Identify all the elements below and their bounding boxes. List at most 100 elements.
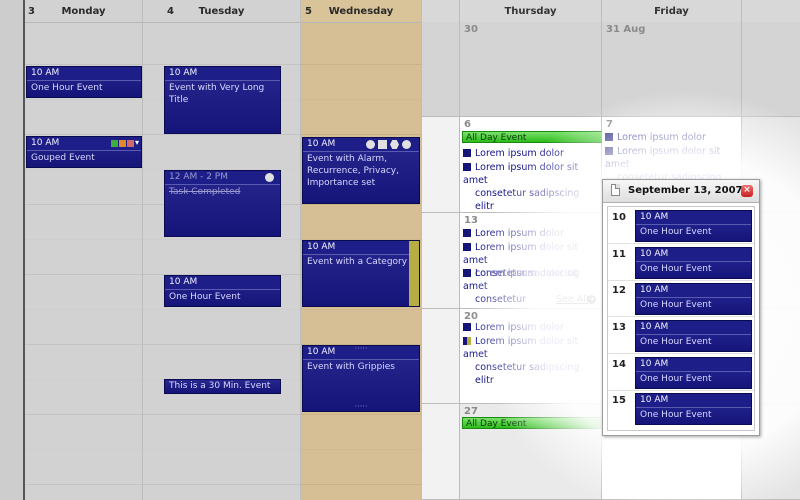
hour-label: 11 (612, 249, 626, 260)
event-title: One Hour Event (640, 227, 712, 237)
day-column-tuesday[interactable]: 4 Tuesday 10 AM Event with Very Long Tit… (143, 0, 301, 500)
event-bullet-icon (463, 149, 471, 157)
month-cell-27[interactable]: 27 All Day Event (460, 404, 603, 500)
popup-title: September 13, 2007 (628, 185, 743, 196)
event-title: One Hour Event (31, 83, 103, 93)
popup-hour-row: 11 10 AM One Hour Event (608, 244, 754, 281)
month-cell-13[interactable]: 13 Lorem ipsum dolor Lorem ipsum dolor s… (460, 213, 602, 309)
event-long-title[interactable]: 10 AM Event with Very Long Title (164, 66, 281, 134)
popup-hour-row: 14 10 AM One Hour Event (608, 354, 754, 391)
group-color-green (111, 140, 118, 147)
item-text-cont: consetetur sadipscing elitr (475, 362, 580, 386)
month-header-friday[interactable]: Friday (602, 0, 742, 22)
day-name: Monday (61, 6, 106, 17)
popup-body: 10 10 AM One Hour Event 11 10 AM One Hou… (607, 206, 755, 431)
event-grouped[interactable]: 10 AM Gouped Event ▾ (26, 136, 142, 168)
close-icon[interactable]: × (741, 185, 753, 197)
item-text: Lorem ipsum dolor sit amet (463, 242, 579, 266)
recurrence-icon (378, 140, 387, 149)
month-cell-6[interactable]: 6 All Day Event Lorem ipsum dolor Lorem … (460, 117, 603, 213)
day-header-tuesday[interactable]: 4 Tuesday (143, 0, 300, 23)
event-title: One Hour Event (640, 264, 712, 274)
popup-event[interactable]: 10 AM One Hour Event (635, 283, 752, 315)
popup-event[interactable]: 10 AM One Hour Event (635, 357, 752, 389)
alarm-icon (366, 140, 375, 149)
event-time: 10 AM (636, 248, 751, 262)
event-bullet-icon (463, 229, 471, 237)
cell-date: 13 (464, 215, 478, 226)
event-title: One Hour Event (640, 337, 712, 347)
event-title: Gouped Event (31, 153, 95, 163)
item-text-cont: consetetur sadipscing elitr (475, 188, 580, 212)
day-column-monday[interactable]: 3 Monday 10 AM One Hour Event 10 AM Goup… (25, 0, 143, 500)
chevron-down-icon[interactable]: ▾ (135, 137, 139, 149)
event-task-completed[interactable]: 12 AM - 2 PM Task Completed (164, 170, 281, 237)
all-day-label: All Day Event (466, 133, 527, 143)
event-title: Event with a Category (307, 257, 408, 267)
popup-event[interactable]: 10 AM One Hour Event (635, 247, 752, 279)
all-day-event[interactable]: All Day Event (462, 131, 603, 143)
item-text: Lorem ipsum dolor (475, 322, 564, 333)
event-30-min[interactable]: This is a 30 Min. Event (164, 379, 281, 394)
event-title: One Hour Event (169, 292, 241, 302)
popup-hour-row: 15 10 AM One Hour Event (608, 390, 754, 426)
event-with-grippies[interactable]: ····· 10 AM Event with Grippies ····· (302, 345, 420, 412)
event-with-category[interactable]: 10 AM Event with a Category (302, 240, 420, 307)
hour-label: 13 (612, 322, 626, 333)
popup-hour-row: 13 10 AM One Hour Event (608, 317, 754, 354)
event-bullet-icon (463, 323, 471, 331)
event-time: 10 AM (636, 394, 751, 408)
month-cell-20[interactable]: 20 Lorem ipsum dolor Lorem ipsum dolor s… (460, 309, 602, 404)
hour-label: 12 (612, 285, 626, 296)
day-name: Tuesday (198, 6, 245, 17)
popup-hour-row: 10 10 AM One Hour Event (608, 207, 754, 244)
category-color-bar (409, 241, 419, 306)
event-time: 12 AM - 2 PM (165, 171, 280, 185)
day-column-wednesday[interactable]: 5 Wednesday 10 AM Event with Alarm, Recu… (301, 0, 422, 500)
hour-label: 10 (612, 212, 626, 223)
task-complete-icon (265, 173, 274, 182)
month-header-spacer-right (742, 0, 800, 22)
event-title: One Hour Event (640, 300, 712, 310)
day-header-wednesday[interactable]: 5 Wednesday (301, 0, 421, 23)
top-grippy-handle[interactable]: ····· (303, 346, 419, 353)
event-title: Task Completed (169, 187, 241, 197)
event-title: One Hour Event (640, 410, 712, 420)
list-item[interactable]: Lorem ipsum dolor (463, 321, 599, 334)
popup-event[interactable]: 10 AM One Hour Event (635, 320, 752, 352)
event-time: 10 AM (303, 241, 419, 255)
popup-event[interactable]: 10 AM One Hour Event (635, 393, 752, 425)
popup-event[interactable]: 10 AM One Hour Event (635, 210, 752, 242)
list-item[interactable]: Lorem ipsum dolor sit amet consetetur sad… (463, 161, 599, 213)
event-one-hour[interactable]: 10 AM One Hour Event (164, 275, 281, 307)
list-item[interactable]: Lorem ipsum dolor sit amet consetetur sad… (463, 335, 599, 387)
arrow-right-icon[interactable]: ➔ (587, 295, 596, 304)
popup-header[interactable]: September 13, 2007 × (603, 180, 759, 203)
popup-hour-row: 12 10 AM One Hour Event (608, 280, 754, 317)
month-cell-30[interactable]: 30 (460, 22, 602, 117)
month-cell-31-aug[interactable]: 31 Aug (602, 22, 742, 117)
event-time: 10 AM (636, 321, 751, 335)
all-day-event[interactable]: All Day Event (462, 417, 603, 429)
all-day-label: All Day Event (466, 419, 527, 429)
event-bullet-icon (605, 133, 613, 141)
list-item[interactable]: Lorem ipsum dolor (463, 147, 599, 160)
cell-date: 30 (464, 24, 478, 35)
see-all-link[interactable]: See All (556, 294, 589, 305)
item-text: Lorem ipsum dolor sit amet (463, 268, 579, 292)
list-item[interactable]: Lorem ipsum dolor (463, 227, 599, 240)
item-text: Lorem ipsum dolor sit amet (463, 336, 579, 360)
event-bullet-icon (463, 163, 471, 171)
month-header-thursday[interactable]: Thursday (460, 0, 602, 22)
item-text: Lorem ipsum dolor (475, 148, 564, 159)
group-color-orange (119, 140, 126, 147)
list-item[interactable]: Lorem ipsum dolor (605, 131, 739, 144)
day-events-popup[interactable]: September 13, 2007 × 10 10 AM One Hour E… (602, 179, 760, 436)
category-bullet-icon (463, 337, 471, 345)
bottom-grippy-handle[interactable]: ····· (303, 403, 419, 411)
event-bullet-icon (463, 269, 471, 277)
day-header-monday[interactable]: 3 Monday (25, 0, 142, 23)
event-one-hour[interactable]: 10 AM One Hour Event (26, 66, 142, 98)
event-alarm-recurrence[interactable]: 10 AM Event with Alarm, Recurrence, Priv… (302, 137, 420, 204)
cell-date: 7 (606, 119, 613, 130)
